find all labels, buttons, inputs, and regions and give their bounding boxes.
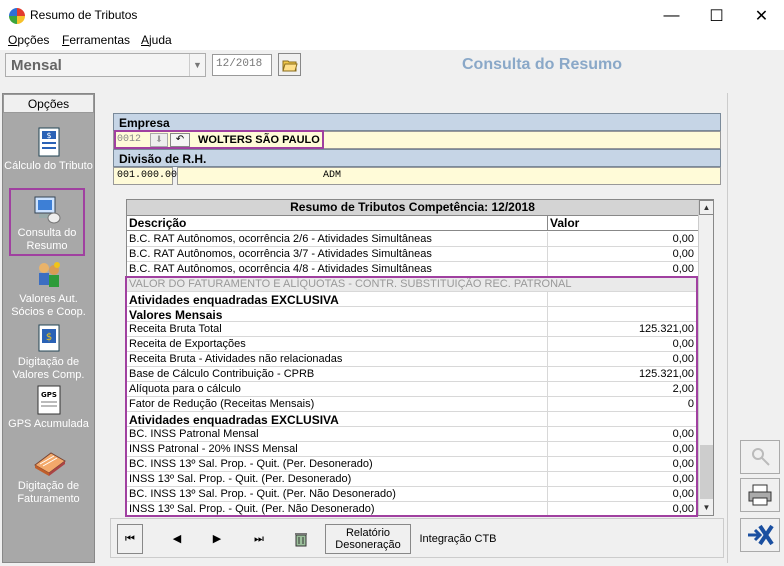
table-row[interactable]: B.C. RAT Autônomos, ocorrência 3/7 - Ati…: [127, 247, 698, 262]
sidebar-item-label: Consulta do Resumo: [17, 227, 77, 252]
maximize-button[interactable]: ☐: [694, 0, 739, 31]
empresa-code-field[interactable]: 0012: [117, 134, 141, 145]
grid-scrollbar[interactable]: ▲ ▼: [698, 200, 713, 515]
folder-icon: [281, 60, 298, 71]
exit-icon: [748, 524, 774, 546]
sidebar-item-label: Digitação de Faturamento: [17, 480, 80, 505]
next-record-button[interactable]: ▶: [199, 524, 235, 554]
divisao-code-field[interactable]: 001.000.000: [113, 167, 183, 185]
sidebar: Opções $ Cálculo do Tributo Consulta do …: [2, 93, 95, 563]
svg-text:GPS: GPS: [41, 391, 57, 399]
competence-date-field[interactable]: 12/2018: [212, 54, 272, 76]
grid-highlight: [125, 276, 698, 517]
column-header-descricao[interactable]: Descrição: [127, 216, 548, 231]
exit-button[interactable]: [740, 518, 780, 552]
sidebar-item-digitacao-valores[interactable]: $ Digitação de Valores Comp.: [3, 322, 94, 382]
close-button[interactable]: ✕: [739, 0, 784, 31]
menu-bar: Opções Ferramentas Ajuda: [0, 31, 784, 50]
integracao-ctb-button[interactable]: Integração CTB: [415, 524, 501, 554]
calculator-document-icon: $: [35, 126, 63, 158]
window-title: Resumo de Tributos: [30, 8, 138, 22]
sidebar-item-gps[interactable]: GPS GPS Acumulada: [3, 384, 94, 431]
scroll-down-icon[interactable]: ▼: [699, 500, 713, 515]
minimize-button[interactable]: —: [649, 0, 694, 31]
sidebar-item-label: Valores Aut. Sócios e Coop.: [11, 293, 86, 318]
svg-text:$: $: [46, 131, 51, 140]
sidebar-item-valores-aut[interactable]: Valores Aut. Sócios e Coop.: [3, 259, 94, 319]
app-logo-icon: [9, 8, 25, 24]
row-value: 0,00: [672, 248, 694, 260]
sidebar-item-consulta[interactable]: Consulta do Resumo: [9, 188, 85, 256]
empresa-name: WOLTERS SÃO PAULO: [198, 134, 320, 146]
row-value: 0,00: [672, 263, 694, 275]
sidebar-item-faturamento[interactable]: Digitação de Faturamento: [3, 446, 94, 506]
download-icon[interactable]: ⬇: [150, 133, 168, 147]
table-row[interactable]: B.C. RAT Autônomos, ocorrência 4/8 - Ati…: [127, 262, 698, 277]
title-bar: Resumo de Tributos — ☐ ✕: [0, 0, 784, 31]
relatorio-desoneracao-button[interactable]: Relatório Desoneração: [325, 524, 411, 554]
search-person-icon: [752, 448, 770, 466]
notebook-icon: [31, 446, 67, 478]
printer-icon: [748, 484, 772, 506]
menu-ferramentas[interactable]: Ferramentas: [62, 33, 130, 47]
undo-icon[interactable]: ↶: [170, 133, 190, 147]
last-record-button[interactable]: ⏭: [241, 524, 277, 554]
sidebar-item-label: Cálculo do Tributo: [4, 160, 93, 172]
scroll-thumb[interactable]: [700, 445, 713, 499]
print-button[interactable]: [740, 478, 780, 512]
scroll-up-icon[interactable]: ▲: [699, 200, 713, 215]
sidebar-item-label: GPS Acumulada: [8, 418, 89, 430]
gps-document-icon: GPS: [35, 384, 63, 416]
column-separator: [547, 262, 548, 277]
sidebar-item-calculo[interactable]: $ Cálculo do Tributo: [3, 126, 94, 173]
menu-ajuda[interactable]: Ajuda: [141, 33, 172, 47]
divisao-header: Divisão de R.H.: [113, 149, 721, 167]
column-separator: [547, 247, 548, 262]
open-folder-button[interactable]: [278, 53, 301, 76]
previous-record-button[interactable]: ◀: [159, 524, 195, 554]
chevron-down-icon[interactable]: ▼: [189, 54, 205, 76]
people-coins-icon: [35, 259, 63, 291]
table-row[interactable]: B.C. RAT Autônomos, ocorrência 2/6 - Ati…: [127, 232, 698, 247]
trash-button[interactable]: [283, 524, 319, 554]
row-value: 0,00: [672, 233, 694, 245]
empresa-header: Empresa: [113, 113, 721, 131]
period-select[interactable]: Mensal ▼: [5, 53, 206, 77]
panel-divider: [727, 93, 728, 563]
trash-icon: [295, 533, 307, 547]
row-description: B.C. RAT Autônomos, ocorrência 4/8 - Ati…: [129, 263, 432, 275]
sidebar-header[interactable]: Opções: [3, 94, 94, 113]
divisao-name: ADM: [177, 167, 721, 185]
search-person-button[interactable]: [740, 440, 780, 474]
first-record-button[interactable]: ⏮: [117, 524, 143, 554]
page-title: Consulta do Resumo: [462, 56, 623, 73]
column-separator: [547, 232, 548, 247]
sidebar-item-label: Digitação de Valores Comp.: [12, 356, 85, 381]
row-description: B.C. RAT Autônomos, ocorrência 3/7 - Ati…: [129, 248, 432, 260]
svg-text:$: $: [45, 332, 51, 343]
row-description: B.C. RAT Autônomos, ocorrência 2/6 - Ati…: [129, 233, 432, 245]
period-select-value: Mensal: [11, 57, 62, 74]
menu-opcoes[interactable]: Opções: [8, 33, 49, 47]
grid-title: Resumo de Tributos Competência: 12/2018: [127, 200, 698, 216]
column-header-valor[interactable]: Valor: [548, 216, 698, 231]
computer-query-icon: [33, 193, 61, 225]
ledger-coin-icon: $: [35, 322, 63, 354]
navigation-bar: ⏮ ◀ ▶ ⏭ Relatório Desoneração Integração…: [110, 518, 724, 558]
